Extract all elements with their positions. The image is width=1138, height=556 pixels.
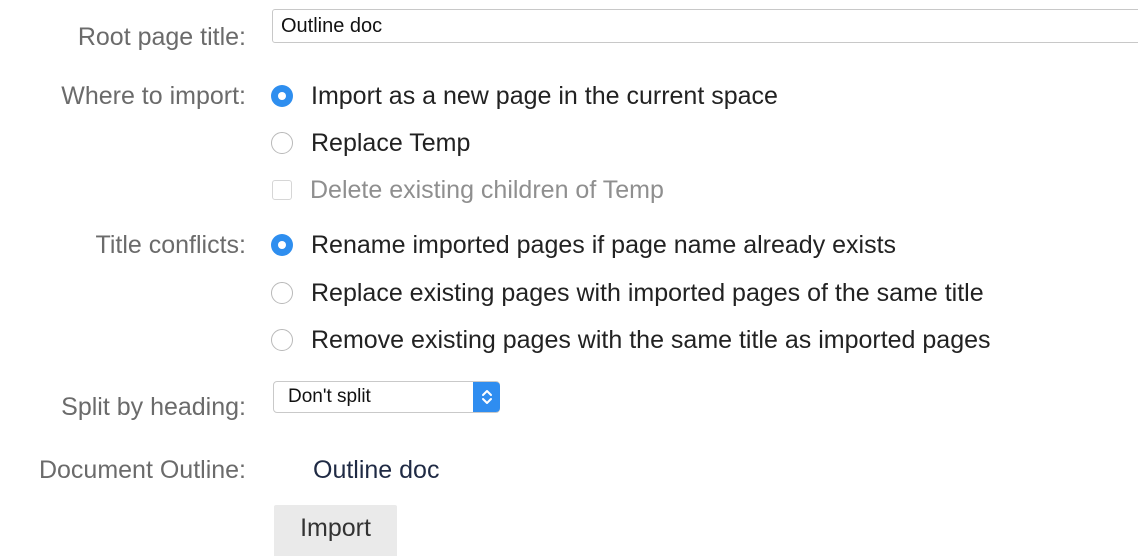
replace-existing-option[interactable]: Replace existing pages with imported pag… — [271, 278, 984, 308]
delete-children-checkbox — [272, 180, 292, 200]
where-to-import-label: Where to import: — [61, 82, 246, 110]
split-by-heading-label: Split by heading: — [61, 393, 246, 421]
rename-imported-label: Rename imported pages if page name alrea… — [311, 230, 897, 259]
rename-imported-radio[interactable] — [271, 234, 293, 256]
split-by-heading-value: Don't split — [288, 386, 371, 407]
root-page-title-input[interactable] — [272, 9, 1138, 43]
replace-temp-label: Replace Temp — [311, 128, 471, 157]
replace-existing-label: Replace existing pages with imported pag… — [311, 278, 984, 307]
title-conflicts-label: Title conflicts: — [95, 231, 246, 259]
replace-existing-radio[interactable] — [271, 282, 293, 304]
rename-imported-option[interactable]: Rename imported pages if page name alrea… — [271, 230, 896, 260]
delete-children-option: Delete existing children of Temp — [271, 175, 664, 205]
replace-temp-radio[interactable] — [271, 132, 293, 154]
replace-temp-option[interactable]: Replace Temp — [271, 128, 470, 158]
remove-existing-radio[interactable] — [271, 329, 293, 351]
updown-chevron-icon[interactable] — [473, 382, 500, 412]
import-as-new-page-label: Import as a new page in the current spac… — [311, 81, 778, 110]
remove-existing-option[interactable]: Remove existing pages with the same titl… — [271, 325, 991, 355]
import-form: Root page title: Where to import: Import… — [0, 0, 1138, 556]
document-outline-label: Document Outline: — [38, 456, 246, 484]
import-button[interactable]: Import — [274, 505, 397, 556]
import-as-new-page-option[interactable]: Import as a new page in the current spac… — [271, 81, 778, 111]
root-page-title-label: Root page title: — [77, 23, 246, 51]
delete-children-label: Delete existing children of Temp — [310, 175, 664, 204]
document-outline-value: Outline doc — [313, 456, 440, 484]
import-as-new-page-radio[interactable] — [271, 85, 293, 107]
split-by-heading-select[interactable]: Don't split — [273, 381, 500, 413]
remove-existing-label: Remove existing pages with the same titl… — [311, 325, 991, 354]
